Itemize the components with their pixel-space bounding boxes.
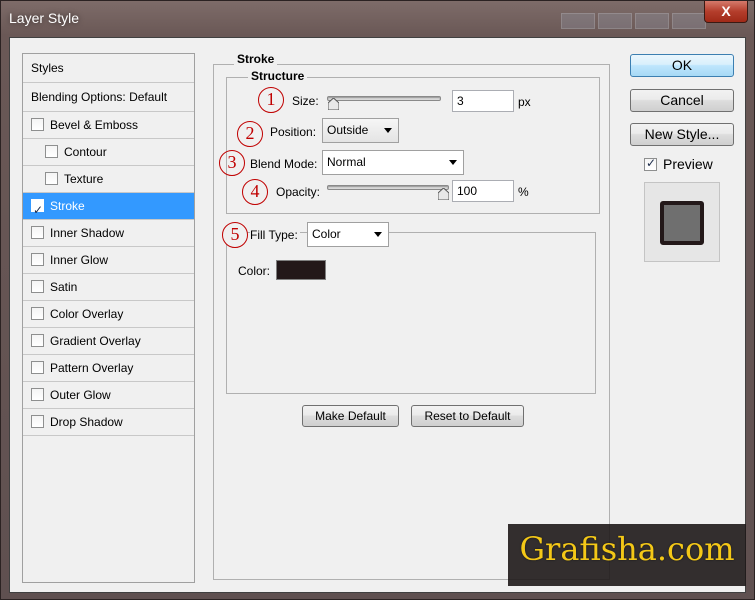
annotation-5: 5	[222, 222, 248, 248]
annotation-2: 2	[237, 121, 263, 147]
style-item-color-overlay[interactable]: Color Overlay	[23, 301, 194, 328]
blending-options-item[interactable]: Blending Options: Default	[23, 83, 194, 112]
style-checkbox[interactable]	[31, 253, 44, 266]
make-default-button[interactable]: Make Default	[302, 405, 399, 427]
ok-button[interactable]: OK	[630, 54, 734, 77]
position-select[interactable]: Outside	[322, 118, 399, 143]
preview-label: Preview	[663, 156, 713, 172]
chevron-down-icon	[374, 232, 382, 237]
styles-header[interactable]: Styles	[23, 54, 194, 83]
style-item-label: Contour	[64, 145, 107, 159]
style-item-label: Drop Shadow	[50, 415, 123, 429]
blend-mode-select[interactable]: Normal	[322, 150, 464, 175]
stroke-title: Stroke	[234, 52, 278, 66]
style-checkbox[interactable]	[31, 334, 44, 347]
style-item-satin[interactable]: Satin	[23, 274, 194, 301]
style-checkbox[interactable]	[31, 388, 44, 401]
title-bar[interactable]: Layer Style X	[1, 1, 754, 37]
style-item-label: Inner Shadow	[50, 226, 125, 240]
cancel-button[interactable]: Cancel	[630, 89, 734, 112]
dialog-client-area: Styles Blending Options: Default Bevel &…	[9, 37, 746, 593]
position-select-value: Outside	[327, 123, 369, 137]
blend-mode-label: Blend Mode:	[250, 157, 318, 171]
preview-checkbox[interactable]	[644, 156, 657, 171]
annotation-3: 3	[219, 150, 245, 176]
style-checkbox[interactable]	[31, 361, 44, 374]
watermark-text: Grafisha.com	[519, 530, 735, 568]
style-item-label: Pattern Overlay	[50, 361, 134, 375]
styles-list: Styles Blending Options: Default Bevel &…	[22, 53, 195, 583]
background-taskbar-ghost	[561, 13, 709, 32]
size-slider-track[interactable]	[327, 96, 441, 101]
annotation-4: 4	[242, 179, 268, 205]
style-checkbox[interactable]	[45, 145, 58, 158]
new-style-button[interactable]: New Style...	[630, 123, 734, 146]
opacity-input[interactable]: 100	[452, 180, 514, 202]
structure-title: Structure	[248, 69, 308, 83]
style-checkbox[interactable]	[31, 307, 44, 320]
style-item-inner-glow[interactable]: Inner Glow	[23, 247, 194, 274]
window-title: Layer Style	[9, 10, 80, 26]
style-item-label: Bevel & Emboss	[50, 118, 139, 132]
preview-stroke-square	[660, 201, 704, 245]
opacity-label: Opacity:	[276, 185, 321, 199]
style-item-drop-shadow[interactable]: Drop Shadow	[23, 409, 194, 436]
style-item-bevel-emboss[interactable]: Bevel & Emboss	[23, 112, 194, 139]
watermark-logo: Grafisha.com	[508, 524, 746, 586]
style-checkbox[interactable]	[31, 197, 44, 223]
style-item-contour[interactable]: Contour	[23, 139, 194, 166]
style-checkbox[interactable]	[31, 226, 44, 239]
size-input[interactable]: 3	[452, 90, 514, 112]
stroke-color-swatch[interactable]	[276, 260, 326, 280]
opacity-unit: %	[518, 185, 529, 199]
fill-type-group	[226, 232, 596, 394]
close-button[interactable]: X	[704, 1, 748, 23]
style-item-label: Texture	[64, 172, 104, 186]
layer-style-dialog: Layer Style X Styles Blending Options: D…	[0, 0, 755, 600]
chevron-down-icon	[384, 128, 392, 133]
style-item-label: Outer Glow	[50, 388, 111, 402]
annotation-1: 1	[258, 87, 284, 113]
size-unit: px	[518, 95, 531, 109]
blend-mode-select-value: Normal	[327, 155, 366, 169]
style-item-label: Color Overlay	[50, 307, 124, 321]
style-item-gradient-overlay[interactable]: Gradient Overlay	[23, 328, 194, 355]
position-label: Position:	[270, 125, 317, 139]
style-checkbox[interactable]	[45, 172, 58, 185]
style-item-label: Inner Glow	[50, 253, 109, 267]
chevron-down-icon	[449, 160, 457, 165]
color-label: Color:	[238, 264, 271, 278]
opacity-slider-thumb[interactable]	[438, 188, 449, 200]
style-item-label: Satin	[50, 280, 78, 294]
style-item-label: Gradient Overlay	[50, 334, 141, 348]
preview-checkbox-row[interactable]: Preview	[644, 156, 713, 172]
style-item-pattern-overlay[interactable]: Pattern Overlay	[23, 355, 194, 382]
opacity-slider-track[interactable]	[327, 185, 449, 190]
fill-type-label: Fill Type:	[250, 228, 300, 242]
style-item-inner-shadow[interactable]: Inner Shadow	[23, 220, 194, 247]
style-item-outer-glow[interactable]: Outer Glow	[23, 382, 194, 409]
fill-type-select[interactable]: Color	[307, 222, 389, 247]
style-checkbox[interactable]	[31, 280, 44, 293]
style-checkbox[interactable]	[31, 415, 44, 428]
style-item-texture[interactable]: Texture	[23, 166, 194, 193]
preview-thumbnail	[644, 182, 720, 262]
style-checkbox[interactable]	[31, 118, 44, 131]
size-label: Size:	[292, 94, 319, 108]
size-slider-thumb[interactable]	[328, 98, 340, 110]
reset-to-default-button[interactable]: Reset to Default	[411, 405, 524, 427]
fill-type-select-value: Color	[312, 227, 341, 241]
style-item-stroke[interactable]: Stroke	[23, 193, 194, 223]
style-item-label: Stroke	[50, 199, 85, 213]
